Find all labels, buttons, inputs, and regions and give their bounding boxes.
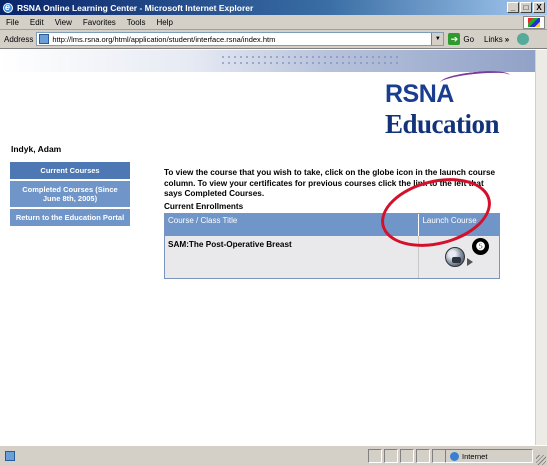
- security-zone: Internet: [445, 449, 533, 463]
- menu-help[interactable]: Help: [156, 18, 172, 27]
- menu-tools[interactable]: Tools: [127, 18, 146, 27]
- banner-dot-pattern: [220, 54, 400, 68]
- sidebar-item-completed-courses[interactable]: Completed Courses (Since June 8th, 2005): [10, 181, 130, 207]
- menu-file[interactable]: File: [6, 18, 19, 27]
- menu-bar: File Edit View Favorites Tools Help: [0, 15, 547, 30]
- sidebar-item-return-portal[interactable]: Return to the Education Portal: [10, 209, 130, 226]
- go-arrow-icon: ➔: [448, 33, 461, 45]
- page-icon: [39, 34, 50, 44]
- close-button[interactable]: X: [533, 2, 545, 13]
- windows-flag-icon: [523, 16, 545, 29]
- launch-globe-icon[interactable]: [445, 247, 466, 267]
- callout-number-badge: ❺: [472, 238, 489, 255]
- address-label: Address: [4, 34, 34, 44]
- logo-education-text: Education: [385, 109, 500, 139]
- page-status-icon: [5, 451, 15, 461]
- resize-grip-icon[interactable]: [536, 455, 546, 465]
- links-chevron-icon[interactable]: »: [505, 35, 509, 44]
- maximize-button[interactable]: □: [520, 2, 532, 13]
- play-arrow-icon: [467, 258, 474, 266]
- window-controls: _ □ X: [507, 2, 545, 13]
- status-pane: [384, 449, 398, 463]
- links-button[interactable]: Links: [484, 35, 503, 44]
- vertical-scrollbar[interactable]: [535, 50, 547, 445]
- sidebar-nav: Current Courses Completed Courses (Since…: [10, 162, 130, 228]
- address-url: http://lms.rsna.org/html/application/stu…: [52, 34, 276, 44]
- toolbar-extension-icon[interactable]: [517, 33, 530, 45]
- address-input[interactable]: http://lms.rsna.org/html/application/stu…: [36, 32, 445, 46]
- current-enrollments-heading: Current Enrollments: [164, 202, 244, 211]
- security-zone-label: Internet: [462, 451, 488, 461]
- status-pane: [400, 449, 414, 463]
- status-bar: Internet: [0, 445, 547, 466]
- menu-edit[interactable]: Edit: [30, 18, 44, 27]
- status-pane: [432, 449, 446, 463]
- page-content: RSNA Education Indyk, Adam Current Cours…: [0, 50, 547, 445]
- sidebar-item-current-courses[interactable]: Current Courses: [10, 162, 130, 179]
- rsna-education-logo: RSNA Education: [385, 78, 547, 140]
- status-pane: [368, 449, 382, 463]
- menu-view[interactable]: View: [55, 18, 72, 27]
- course-title: SAM:The Post-Operative Breast: [165, 236, 420, 278]
- internet-explorer-icon: [3, 2, 13, 13]
- menu-favorites[interactable]: Favorites: [83, 18, 116, 27]
- status-panes: [368, 449, 446, 463]
- go-button[interactable]: ➔ Go: [448, 33, 474, 45]
- status-pane: [416, 449, 430, 463]
- internet-globe-icon: [450, 451, 459, 461]
- logo-rsna-text: RSNA: [385, 80, 454, 108]
- address-bar: Address http://lms.rsna.org/html/applica…: [0, 30, 547, 49]
- minimize-button[interactable]: _: [507, 2, 519, 13]
- go-label: Go: [463, 34, 475, 44]
- address-dropdown-icon[interactable]: ▼: [431, 33, 444, 45]
- window-title: RSNA Online Learning Center - Microsoft …: [17, 2, 254, 13]
- window-titlebar: RSNA Online Learning Center - Microsoft …: [0, 0, 547, 15]
- user-name: Indyk, Adam: [11, 144, 62, 154]
